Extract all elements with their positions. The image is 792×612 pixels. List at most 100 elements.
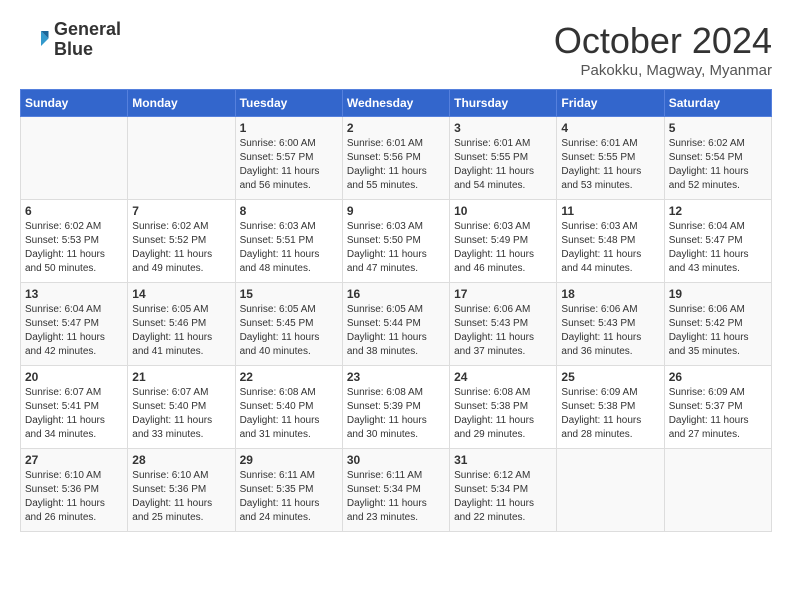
day-number: 26 (669, 370, 767, 384)
weekday-header: Thursday (450, 90, 557, 117)
calendar-cell (557, 449, 664, 532)
calendar-week-row: 1 Sunrise: 6:00 AMSunset: 5:57 PMDaylight… (21, 117, 772, 200)
day-info: Sunrise: 6:01 AMSunset: 5:56 PMDaylight:… (347, 137, 445, 193)
calendar-cell: 4Sunrise: 6:01 AMSunset: 5:55 PMDaylight… (557, 117, 664, 200)
day-number: 19 (669, 287, 767, 301)
calendar-cell: 26 Sunrise: 6:09 AMSunset: 5:37 PMDayligh… (664, 366, 771, 449)
weekday-header: Wednesday (342, 90, 449, 117)
calendar-cell (664, 449, 771, 532)
calendar-cell: 22 Sunrise: 6:08 AMSunset: 5:40 PMDayligh… (235, 366, 342, 449)
day-info: Sunrise: 6:03 AMSunset: 5:48 PMDaylight:… (561, 220, 659, 276)
day-number: 10 (454, 204, 552, 218)
calendar-week-row: 6 Sunrise: 6:02 AMSunset: 5:53 PMDaylight… (21, 200, 772, 283)
day-number: 27 (25, 453, 123, 467)
day-number: 23 (347, 370, 445, 384)
day-info: Sunrise: 6:11 AMSunset: 5:34 PMDaylight:… (347, 469, 445, 525)
day-number: 24 (454, 370, 552, 384)
logo-icon (20, 25, 50, 55)
calendar-cell: 5 Sunrise: 6:02 AMSunset: 5:54 PMDaylight… (664, 117, 771, 200)
day-number: 28 (132, 453, 230, 467)
day-number: 3 (454, 121, 552, 135)
title-block: October 2024 Pakokku, Magway, Myanmar (554, 20, 772, 79)
weekday-header: Friday (557, 90, 664, 117)
day-number: 8 (240, 204, 338, 218)
day-number: 7 (132, 204, 230, 218)
calendar-body: 1 Sunrise: 6:00 AMSunset: 5:57 PMDaylight… (21, 117, 772, 532)
calendar-header: SundayMondayTuesdayWednesdayThursdayFrid… (21, 90, 772, 117)
calendar-cell: 19 Sunrise: 6:06 AMSunset: 5:42 PMDayligh… (664, 283, 771, 366)
calendar-cell: 20Sunrise: 6:07 AMSunset: 5:41 PMDayligh… (21, 366, 128, 449)
calendar-cell: 17 Sunrise: 6:06 AMSunset: 5:43 PMDayligh… (450, 283, 557, 366)
day-info: Sunrise: 6:05 AMSunset: 5:46 PMDaylight:… (132, 303, 230, 359)
day-info: Sunrise: 6:07 AMSunset: 5:40 PMDaylight:… (132, 386, 230, 442)
day-number: 2 (347, 121, 445, 135)
calendar-cell: 7 Sunrise: 6:02 AMSunset: 5:52 PMDaylight… (128, 200, 235, 283)
day-number: 5 (669, 121, 767, 135)
day-number: 22 (240, 370, 338, 384)
calendar-cell: 30 Sunrise: 6:11 AMSunset: 5:34 PMDayligh… (342, 449, 449, 532)
location-subtitle: Pakokku, Magway, Myanmar (554, 62, 772, 79)
calendar-cell: 1 Sunrise: 6:00 AMSunset: 5:57 PMDaylight… (235, 117, 342, 200)
day-info: Sunrise: 6:06 AMSunset: 5:42 PMDaylight:… (669, 303, 767, 359)
calendar-cell: 24 Sunrise: 6:08 AMSunset: 5:38 PMDayligh… (450, 366, 557, 449)
day-info: Sunrise: 6:08 AMSunset: 5:39 PMDaylight:… (347, 386, 445, 442)
calendar-cell: 12Sunrise: 6:04 AMSunset: 5:47 PMDayligh… (664, 200, 771, 283)
calendar-cell: 6 Sunrise: 6:02 AMSunset: 5:53 PMDaylight… (21, 200, 128, 283)
day-number: 30 (347, 453, 445, 467)
day-number: 1 (240, 121, 338, 135)
weekday-header: Saturday (664, 90, 771, 117)
day-number: 13 (25, 287, 123, 301)
day-info: Sunrise: 6:06 AMSunset: 5:43 PMDaylight:… (454, 303, 552, 359)
day-info: Sunrise: 6:10 AMSunset: 5:36 PMDaylight:… (25, 469, 123, 525)
day-info: Sunrise: 6:03 AMSunset: 5:50 PMDaylight:… (347, 220, 445, 276)
calendar-cell (21, 117, 128, 200)
day-number: 25 (561, 370, 659, 384)
day-number: 21 (132, 370, 230, 384)
day-info: Sunrise: 6:03 AMSunset: 5:49 PMDaylight:… (454, 220, 552, 276)
calendar-cell: 2 Sunrise: 6:01 AMSunset: 5:56 PMDaylight… (342, 117, 449, 200)
day-info: Sunrise: 6:01 AMSunset: 5:55 PMDaylight:… (454, 137, 552, 193)
calendar-cell: 31 Sunrise: 6:12 AMSunset: 5:34 PMDayligh… (450, 449, 557, 532)
day-info: Sunrise: 6:10 AMSunset: 5:36 PMDaylight:… (132, 469, 230, 525)
day-number: 14 (132, 287, 230, 301)
day-info: Sunrise: 6:06 AMSunset: 5:43 PMDaylight:… (561, 303, 659, 359)
calendar-cell: 23 Sunrise: 6:08 AMSunset: 5:39 PMDayligh… (342, 366, 449, 449)
day-number: 20 (25, 370, 123, 384)
day-info: Sunrise: 6:02 AMSunset: 5:53 PMDaylight:… (25, 220, 123, 276)
day-number: 9 (347, 204, 445, 218)
logo-text: General Blue (54, 20, 121, 60)
header-row: SundayMondayTuesdayWednesdayThursdayFrid… (21, 90, 772, 117)
day-info: Sunrise: 6:08 AMSunset: 5:38 PMDaylight:… (454, 386, 552, 442)
day-info: Sunrise: 6:11 AMSunset: 5:35 PMDaylight:… (240, 469, 338, 525)
calendar-cell: 29 Sunrise: 6:11 AMSunset: 5:35 PMDayligh… (235, 449, 342, 532)
logo: General Blue (20, 20, 121, 60)
calendar-cell: 13 Sunrise: 6:04 AMSunset: 5:47 PMDayligh… (21, 283, 128, 366)
calendar-cell: 10 Sunrise: 6:03 AMSunset: 5:49 PMDayligh… (450, 200, 557, 283)
day-info: Sunrise: 6:04 AMSunset: 5:47 PMDaylight:… (25, 303, 123, 359)
day-info: Sunrise: 6:05 AMSunset: 5:44 PMDaylight:… (347, 303, 445, 359)
day-info: Sunrise: 6:12 AMSunset: 5:34 PMDaylight:… (454, 469, 552, 525)
day-info: Sunrise: 6:01 AMSunset: 5:55 PMDaylight:… (561, 137, 659, 193)
day-number: 29 (240, 453, 338, 467)
day-number: 6 (25, 204, 123, 218)
day-info: Sunrise: 6:08 AMSunset: 5:40 PMDaylight:… (240, 386, 338, 442)
day-number: 31 (454, 453, 552, 467)
day-number: 17 (454, 287, 552, 301)
day-number: 16 (347, 287, 445, 301)
calendar-cell: 25Sunrise: 6:09 AMSunset: 5:38 PMDayligh… (557, 366, 664, 449)
day-info: Sunrise: 6:02 AMSunset: 5:52 PMDaylight:… (132, 220, 230, 276)
calendar-week-row: 13 Sunrise: 6:04 AMSunset: 5:47 PMDayligh… (21, 283, 772, 366)
day-info: Sunrise: 6:09 AMSunset: 5:37 PMDaylight:… (669, 386, 767, 442)
calendar-cell: 8 Sunrise: 6:03 AMSunset: 5:51 PMDaylight… (235, 200, 342, 283)
calendar-cell: 27 Sunrise: 6:10 AMSunset: 5:36 PMDayligh… (21, 449, 128, 532)
day-info: Sunrise: 6:00 AMSunset: 5:57 PMDaylight:… (240, 137, 338, 193)
calendar-table: SundayMondayTuesdayWednesdayThursdayFrid… (20, 89, 772, 532)
calendar-week-row: 20Sunrise: 6:07 AMSunset: 5:41 PMDayligh… (21, 366, 772, 449)
day-info: Sunrise: 6:03 AMSunset: 5:51 PMDaylight:… (240, 220, 338, 276)
calendar-cell: 14 Sunrise: 6:05 AMSunset: 5:46 PMDayligh… (128, 283, 235, 366)
day-number: 15 (240, 287, 338, 301)
day-info: Sunrise: 6:02 AMSunset: 5:54 PMDaylight:… (669, 137, 767, 193)
calendar-cell: 9 Sunrise: 6:03 AMSunset: 5:50 PMDaylight… (342, 200, 449, 283)
day-number: 12 (669, 204, 767, 218)
calendar-cell: 21 Sunrise: 6:07 AMSunset: 5:40 PMDayligh… (128, 366, 235, 449)
